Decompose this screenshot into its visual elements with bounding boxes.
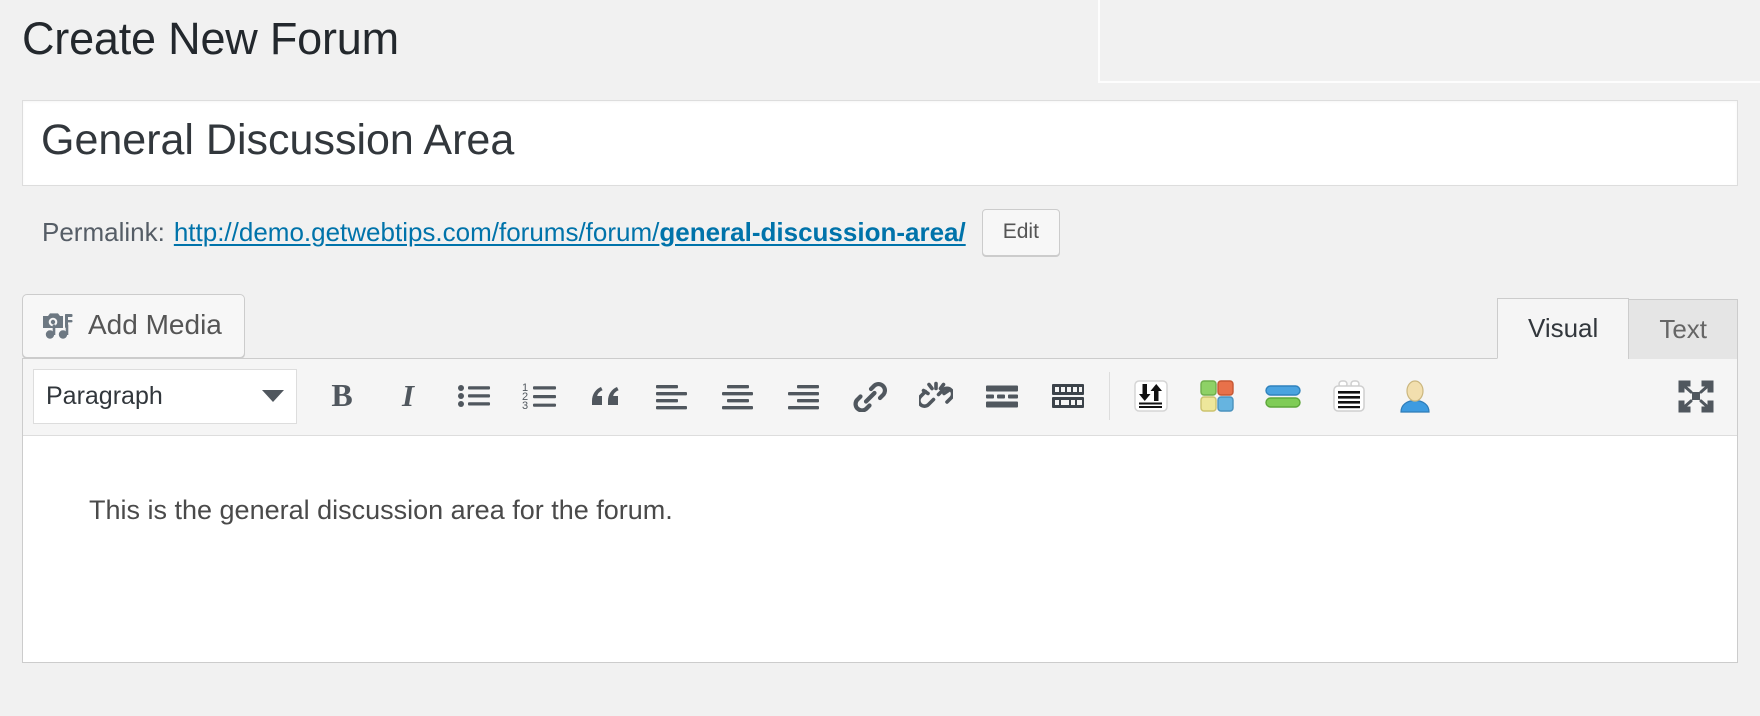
numbered-list-button[interactable]: 1 2 3 (507, 370, 573, 422)
toolbar-toggle-icon (1051, 381, 1085, 411)
tab-visual[interactable]: Visual (1496, 297, 1630, 359)
read-more-button[interactable] (969, 370, 1035, 422)
unlink-icon (919, 380, 953, 412)
stacked-bars-icon (1264, 382, 1302, 410)
user-avatar-icon (1398, 379, 1432, 413)
lined-list-icon (1331, 379, 1367, 413)
align-left-icon (655, 381, 689, 411)
editor-toolbar: Paragraph B I 1 2 3 (23, 358, 1737, 436)
italic-button[interactable]: I (375, 370, 441, 422)
title-field-container (22, 99, 1738, 186)
fullscreen-button[interactable] (1663, 370, 1729, 422)
lined-list-button[interactable] (1316, 370, 1382, 422)
color-grid-icon (1199, 379, 1235, 413)
permalink-slug: general-discussion-area/ (659, 217, 966, 247)
numbered-list-icon: 1 2 3 (522, 381, 558, 411)
permalink-row: Permalink: http://demo.getwebtips.com/fo… (22, 208, 1738, 256)
add-media-label: Add Media (88, 308, 222, 340)
stacked-bars-button[interactable] (1250, 370, 1316, 422)
svg-text:3: 3 (522, 400, 528, 411)
color-grid-button[interactable] (1184, 370, 1250, 422)
format-select-value: Paragraph (46, 381, 163, 410)
bulleted-list-button[interactable] (441, 370, 507, 422)
align-right-button[interactable] (771, 370, 837, 422)
user-avatar-button[interactable] (1382, 370, 1448, 422)
editor-mode-tabs: Visual Text (1496, 297, 1738, 359)
permalink-base: http://demo.getwebtips.com/forums/forum/ (173, 217, 660, 247)
camera-music-icon (41, 309, 75, 341)
format-select[interactable]: Paragraph (33, 368, 297, 424)
import-export-button[interactable] (1118, 370, 1184, 422)
editor-paragraph[interactable]: This is the general discussion area for … (23, 492, 1737, 530)
align-left-button[interactable] (639, 370, 705, 422)
page-title: Create New Forum (22, 13, 399, 64)
blockquote-button[interactable] (573, 370, 639, 422)
insert-link-button[interactable] (837, 370, 903, 422)
permalink-label: Permalink: (42, 217, 165, 247)
toolbar-toggle-button[interactable] (1035, 370, 1101, 422)
align-right-icon (787, 381, 821, 411)
insert-link-icon (853, 380, 887, 412)
edit-forum-page: Create New Forum Permalink: http://demo.… (0, 14, 1760, 663)
unlink-button[interactable] (903, 370, 969, 422)
edit-permalink-button[interactable]: Edit (981, 208, 1060, 256)
bold-button[interactable]: B (309, 370, 375, 422)
bold-icon: B (327, 380, 357, 412)
svg-text:I: I (401, 380, 415, 412)
editor-content-area[interactable]: This is the general discussion area for … (23, 435, 1737, 662)
toolbar-separator (1109, 372, 1110, 420)
fullscreen-icon (1678, 379, 1714, 413)
bulleted-list-icon (457, 381, 491, 411)
permalink-link[interactable]: http://demo.getwebtips.com/forums/forum/… (174, 219, 966, 245)
align-center-icon (721, 381, 755, 411)
blockquote-icon (589, 381, 623, 411)
svg-text:B: B (331, 380, 352, 412)
tab-text[interactable]: Text (1628, 298, 1738, 359)
chevron-down-icon (262, 390, 284, 402)
italic-icon: I (393, 380, 423, 412)
editor-shell: Paragraph B I 1 2 3 This is the general … (22, 357, 1738, 663)
add-media-button[interactable]: Add Media (22, 293, 245, 358)
forum-title-input[interactable] (22, 99, 1738, 186)
read-more-icon (985, 381, 1019, 411)
align-center-button[interactable] (705, 370, 771, 422)
media-and-tabs-row: Add Media Visual Text (22, 293, 1738, 359)
import-export-icon (1132, 379, 1170, 413)
